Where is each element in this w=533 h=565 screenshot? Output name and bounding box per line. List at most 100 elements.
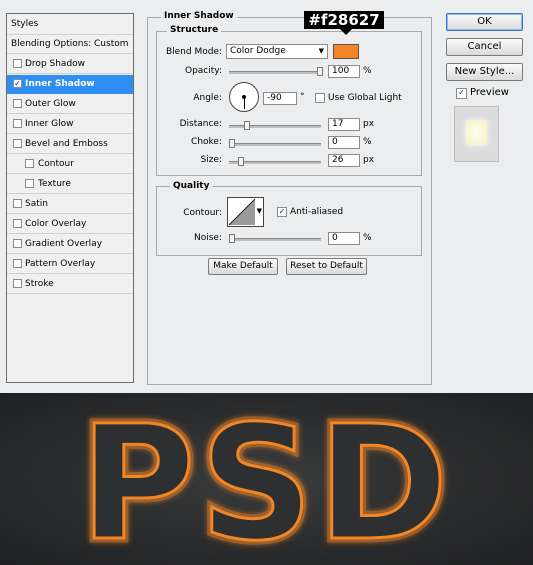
opacity-value: 100: [332, 66, 350, 76]
opacity-slider-track[interactable]: [229, 71, 321, 74]
styles-item-checkbox[interactable]: [13, 59, 22, 68]
styles-item-checkbox[interactable]: [13, 239, 22, 248]
layer-style-dialog: Styles Blending Options: Custom Drop Shad…: [0, 0, 533, 393]
blend-mode-value: Color Dodge: [230, 46, 286, 56]
noise-input[interactable]: 0: [328, 232, 360, 245]
psd-text: PSD: [80, 393, 453, 565]
choke-slider-track[interactable]: [229, 143, 321, 146]
opacity-unit: %: [363, 66, 372, 76]
choke-input[interactable]: 0: [328, 136, 360, 149]
size-label: Size:: [200, 155, 222, 165]
styles-item-satin[interactable]: Satin: [7, 195, 133, 214]
styles-item-label: Inner Glow: [25, 119, 74, 129]
noise-unit: %: [363, 233, 372, 243]
contour-picker[interactable]: ▼: [227, 197, 264, 227]
styles-item-label: Bevel and Emboss: [25, 139, 108, 149]
styles-item-label: Outer Glow: [25, 99, 76, 109]
make-default-label: Make Default: [213, 261, 273, 271]
angle-unit: °: [300, 92, 305, 102]
size-value: 26: [332, 155, 344, 165]
styles-item-checkbox[interactable]: [13, 139, 22, 148]
styles-item-blending-options-custom[interactable]: Blending Options: Custom: [7, 35, 133, 54]
ok-button[interactable]: OK: [446, 13, 523, 31]
styles-item-checkbox[interactable]: [13, 219, 22, 228]
styles-item-checkbox[interactable]: [13, 199, 22, 208]
distance-slider-thumb[interactable]: [243, 121, 250, 130]
ok-label: OK: [477, 16, 492, 27]
styles-item-label: Gradient Overlay: [25, 239, 103, 249]
styles-panel-header[interactable]: Styles: [7, 14, 133, 35]
opacity-label: Opacity:: [185, 66, 222, 76]
styles-item-contour[interactable]: Contour: [7, 155, 133, 174]
styles-item-checkbox[interactable]: [13, 259, 22, 268]
inner-shadow-title: Inner Shadow: [161, 10, 237, 22]
size-unit: px: [363, 155, 375, 165]
use-global-light-checkbox[interactable]: [315, 93, 325, 103]
angle-dial-center: [242, 95, 246, 99]
new-style-button[interactable]: New Style...: [446, 63, 523, 81]
styles-item-checkbox[interactable]: ✓: [13, 79, 22, 88]
make-default-button[interactable]: Make Default: [208, 258, 278, 275]
blend-mode-label: Blend Mode:: [165, 47, 222, 57]
styles-header-label: Styles: [11, 19, 39, 29]
styles-item-stroke[interactable]: Stroke: [7, 275, 133, 294]
styles-item-checkbox[interactable]: [13, 279, 22, 288]
use-global-light-label: Use Global Light: [328, 93, 402, 103]
style-preview-box: [454, 106, 499, 162]
styles-item-inner-glow[interactable]: Inner Glow: [7, 115, 133, 134]
distance-slider-track[interactable]: [229, 125, 321, 128]
blend-mode-select[interactable]: Color Dodge ▼: [226, 44, 328, 59]
quality-group: [156, 186, 422, 256]
preview-label: Preview: [470, 87, 509, 98]
styles-item-gradient-overlay[interactable]: Gradient Overlay: [7, 235, 133, 254]
styles-item-label: Drop Shadow: [25, 59, 86, 69]
styles-item-texture[interactable]: Texture: [7, 175, 133, 194]
styles-item-label: Contour: [38, 159, 74, 169]
angle-value: -90: [267, 93, 282, 103]
styles-item-checkbox[interactable]: [25, 159, 34, 168]
noise-slider-thumb[interactable]: [229, 234, 235, 243]
reset-to-default-button[interactable]: Reset to Default: [286, 258, 367, 275]
styles-item-checkbox[interactable]: [13, 99, 22, 108]
noise-value: 0: [332, 233, 338, 243]
quality-title: Quality: [170, 180, 213, 192]
contour-dropdown-icon: ▼: [256, 207, 262, 215]
angle-label: Angle:: [193, 93, 222, 103]
opacity-slider-thumb[interactable]: [317, 67, 323, 76]
styles-item-label: Color Overlay: [25, 219, 87, 229]
psd-text-banner: PSD PSD: [0, 393, 533, 565]
color-hex-callout-text: #f28627: [308, 11, 380, 29]
opacity-input[interactable]: 100: [328, 65, 360, 78]
styles-item-drop-shadow[interactable]: Drop Shadow: [7, 55, 133, 74]
styles-item-checkbox[interactable]: [25, 179, 34, 188]
cancel-button[interactable]: Cancel: [446, 38, 523, 56]
distance-unit: px: [363, 119, 375, 129]
reset-to-default-label: Reset to Default: [290, 261, 363, 271]
choke-unit: %: [363, 137, 372, 147]
choke-value: 0: [332, 137, 338, 147]
size-slider-thumb[interactable]: [238, 157, 245, 166]
preview-checkbox[interactable]: ✓: [456, 88, 467, 99]
noise-label: Noise:: [194, 233, 222, 243]
styles-item-checkbox[interactable]: [13, 119, 22, 128]
shadow-color-swatch[interactable]: [333, 44, 359, 59]
styles-item-bevel-and-emboss[interactable]: Bevel and Emboss: [7, 135, 133, 154]
distance-input[interactable]: 17: [328, 118, 360, 131]
styles-item-inner-shadow[interactable]: ✓ Inner Shadow: [7, 75, 133, 94]
anti-aliased-label: Anti-aliased: [290, 207, 344, 217]
size-input[interactable]: 26: [328, 154, 360, 167]
noise-slider-track[interactable]: [229, 238, 321, 241]
distance-label: Distance:: [179, 119, 222, 129]
styles-item-pattern-overlay[interactable]: Pattern Overlay: [7, 255, 133, 274]
choke-slider-thumb[interactable]: [229, 139, 235, 148]
styles-item-outer-glow[interactable]: Outer Glow: [7, 95, 133, 114]
styles-item-label: Texture: [38, 179, 71, 189]
styles-item-color-overlay[interactable]: Color Overlay: [7, 215, 133, 234]
color-hex-callout: #f28627: [304, 11, 384, 29]
styles-item-label: Pattern Overlay: [25, 259, 96, 269]
angle-dial[interactable]: [229, 82, 259, 112]
styles-item-label: Inner Shadow: [25, 79, 95, 89]
psd-text-art: PSD PSD: [0, 393, 533, 565]
anti-aliased-checkbox[interactable]: ✓: [277, 207, 287, 217]
angle-input[interactable]: -90: [263, 92, 297, 105]
